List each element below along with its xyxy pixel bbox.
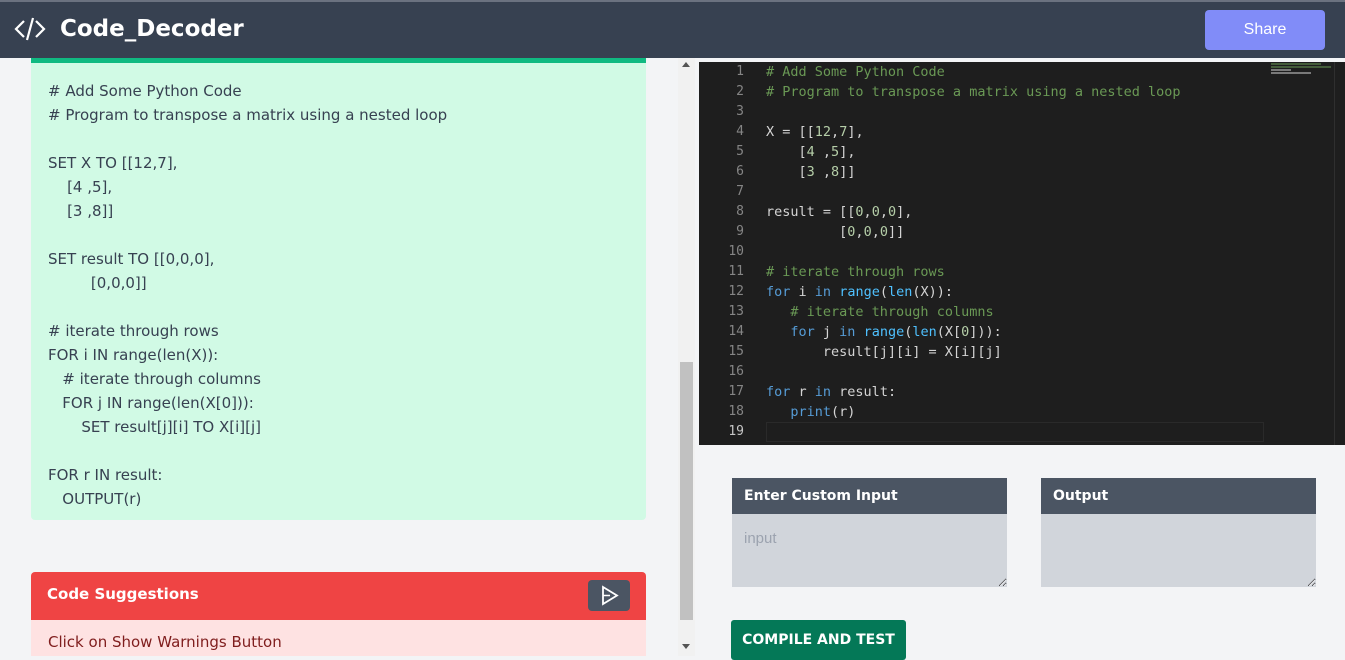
pseudocode-line: [3 ,8]] bbox=[48, 202, 114, 220]
compile-and-test-button[interactable]: COMPILE AND TEST bbox=[731, 620, 906, 660]
code-line: # iterate through rows bbox=[766, 264, 945, 280]
pseudocode-line: [4 ,5], bbox=[48, 178, 113, 196]
line-number: 15 bbox=[728, 344, 744, 359]
app-title: Code_Decoder bbox=[60, 16, 244, 42]
pseudocode-panel: # Add Some Python Code # Program to trans… bbox=[31, 58, 646, 520]
code-line: [4 ,5], bbox=[766, 144, 856, 160]
code-line: [3 ,8]] bbox=[766, 164, 856, 180]
pseudocode-line: # Program to transpose a matrix using a … bbox=[48, 106, 448, 124]
code-icon bbox=[14, 17, 46, 41]
code-line: # Program to transpose a matrix using a … bbox=[766, 84, 1181, 100]
code-suggestions-text: Click on Show Warnings Button bbox=[48, 633, 282, 651]
code-line: # Add Some Python Code bbox=[766, 64, 945, 80]
pseudocode-line: FOR i IN range(len(X)): bbox=[48, 346, 219, 364]
top-bar: Code_Decoder Share bbox=[0, 0, 1345, 58]
output-panel: Output bbox=[1041, 478, 1316, 587]
scroll-up-arrow-icon[interactable] bbox=[682, 62, 690, 67]
code-editor[interactable]: 1 2 3 4 5 6 7 8 9 10 11 12 13 14 15 16 17 18 19 # Add Some… bbox=[699, 62, 1345, 445]
left-pane: # Add Some Python Code # Program to trans… bbox=[0, 58, 678, 656]
line-number: 13 bbox=[728, 304, 744, 319]
pseudocode-line: # iterate through rows bbox=[48, 322, 219, 340]
pseudocode-line: FOR j IN range(len(X[0])): bbox=[48, 394, 254, 412]
pseudocode-line bbox=[48, 223, 447, 247]
code-suggestions-title: Code Suggestions bbox=[47, 585, 199, 603]
send-icon bbox=[602, 585, 619, 606]
pseudocode-line bbox=[48, 439, 447, 463]
pseudocode-line bbox=[48, 127, 447, 151]
pseudocode-line: [0,0,0]] bbox=[48, 274, 147, 292]
show-warnings-button[interactable] bbox=[588, 580, 630, 611]
line-number: 2 bbox=[736, 84, 744, 99]
line-number: 11 bbox=[728, 264, 744, 279]
line-number: 3 bbox=[736, 104, 744, 119]
left-scrollbar[interactable] bbox=[678, 58, 695, 656]
line-number: 7 bbox=[736, 184, 744, 199]
custom-input-title: Enter Custom Input bbox=[732, 478, 1007, 514]
line-number-gutter: 1 2 3 4 5 6 7 8 9 10 11 12 13 14 15 16 17 18 19 bbox=[699, 62, 744, 442]
line-number: 16 bbox=[728, 364, 744, 379]
pseudocode-line: SET X TO [[12,7], bbox=[48, 154, 178, 172]
pseudocode-line: FOR r IN result: bbox=[48, 466, 163, 484]
line-number: 6 bbox=[736, 164, 744, 179]
code-line: # iterate through columns bbox=[790, 304, 994, 320]
custom-input-field[interactable] bbox=[732, 514, 1007, 587]
line-number: 12 bbox=[728, 284, 744, 299]
pseudocode-line: OUTPUT(r) bbox=[48, 490, 142, 508]
code-line: result[j][i] = X[i][j] bbox=[766, 344, 1002, 360]
code-line: for r in result: bbox=[766, 384, 897, 400]
pseudocode-text: # Add Some Python Code # Program to trans… bbox=[48, 79, 447, 511]
scroll-thumb[interactable] bbox=[680, 362, 693, 620]
custom-input-panel: Enter Custom Input bbox=[732, 478, 1007, 587]
line-number: 4 bbox=[736, 124, 744, 139]
editor-minimap[interactable] bbox=[1271, 62, 1335, 102]
pseudocode-line: # Add Some Python Code bbox=[48, 82, 242, 100]
code-line: for j in range(len(X[0])): bbox=[790, 324, 1002, 340]
code-suggestions-header: Code Suggestions bbox=[31, 572, 646, 620]
line-number: 1 bbox=[736, 64, 744, 79]
editor-scroll-divider bbox=[1334, 62, 1335, 445]
line-number: 8 bbox=[736, 204, 744, 219]
line-number: 9 bbox=[736, 224, 744, 239]
scroll-down-arrow-icon[interactable] bbox=[682, 644, 690, 649]
output-title: Output bbox=[1041, 478, 1316, 514]
pseudocode-line: SET result TO [[0,0,0], bbox=[48, 250, 215, 268]
code-suggestions-body: Click on Show Warnings Button bbox=[31, 620, 646, 656]
share-button[interactable]: Share bbox=[1205, 10, 1325, 50]
line-number: 17 bbox=[728, 384, 744, 399]
pseudocode-line: SET result[j][i] TO X[i][j] bbox=[48, 418, 262, 436]
line-number: 10 bbox=[728, 244, 744, 259]
code-line: X = [[12,7], bbox=[766, 124, 864, 140]
pseudocode-line bbox=[48, 295, 447, 319]
line-number: 14 bbox=[728, 324, 744, 339]
line-number: 18 bbox=[728, 404, 744, 419]
code-line: result = [[0,0,0], bbox=[766, 204, 913, 220]
code-lines[interactable]: # Add Some Python Code # Program to tran… bbox=[766, 62, 1181, 442]
line-number: 5 bbox=[736, 144, 744, 159]
code-line: for i in range(len(X)): bbox=[766, 284, 953, 300]
output-field[interactable] bbox=[1041, 514, 1316, 587]
pseudocode-line: # iterate through columns bbox=[48, 370, 261, 388]
line-number: 19 bbox=[728, 424, 744, 439]
code-line: [0,0,0]] bbox=[766, 224, 905, 240]
code-line: print(r) bbox=[790, 404, 856, 420]
